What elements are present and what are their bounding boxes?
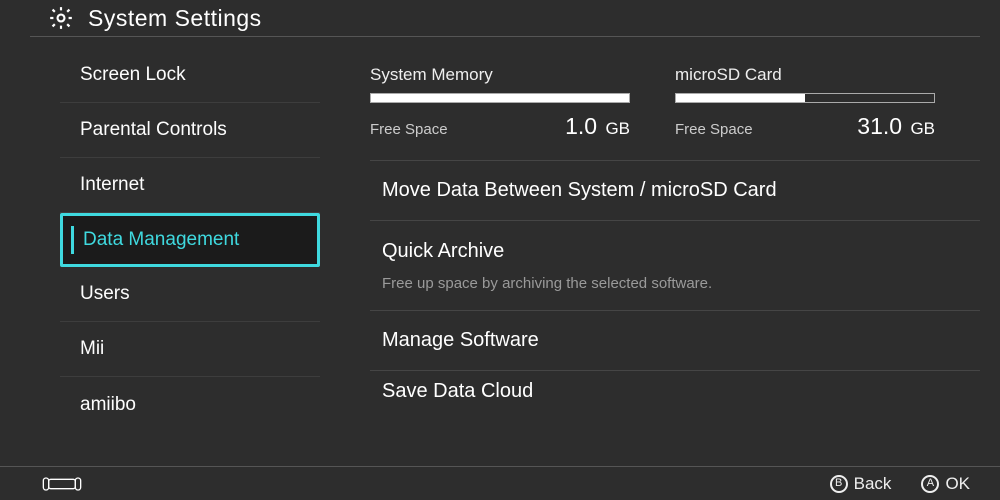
storage-sd-label: microSD Card [675,65,940,85]
sidebar-item-internet[interactable]: Internet [60,158,320,213]
storage-system-bar [370,93,630,103]
footer: B Back A OK [0,466,1000,500]
b-button-icon: B [830,475,848,493]
storage-system-free-label: Free Space [370,121,448,138]
menu-item-title: Quick Archive [382,240,980,263]
sidebar-item-label: Data Management [83,229,239,251]
sidebar-item-label: Mii [80,338,104,360]
footer-actions: B Back A OK [830,474,970,494]
sidebar-item-users[interactable]: Users [60,267,320,322]
back-button[interactable]: B Back [830,474,892,494]
menu-quick-archive[interactable]: Quick Archive Free up space by archiving… [370,221,980,311]
sidebar-item-label: Parental Controls [80,119,227,141]
sidebar-item-label: amiibo [80,394,136,416]
main-panel: System Memory Free Space 1.0 GB microSD … [370,55,980,460]
ok-button[interactable]: A OK [921,474,970,494]
menu-item-subtitle: Free up space by archiving the selected … [382,275,980,292]
menu-manage-software[interactable]: Manage Software [370,311,980,371]
sidebar-item-label: Users [80,283,130,305]
storage-sd-free-value: 31.0 GB [857,113,935,140]
menu-move-data[interactable]: Move Data Between System / microSD Card [370,161,980,221]
storage-sd: microSD Card Free Space 31.0 GB [675,65,940,140]
header-divider [30,36,980,37]
menu-item-title: Move Data Between System / microSD Card [382,179,980,202]
sidebar-item-amiibo[interactable]: amiibo [60,377,320,432]
sidebar-item-data-management[interactable]: Data Management [60,213,320,267]
page-title: System Settings [88,5,262,32]
sidebar-item-label: Screen Lock [80,64,186,86]
sidebar-item-mii[interactable]: Mii [60,322,320,377]
menu-item-title: Manage Software [382,329,980,352]
ok-label: OK [945,474,970,494]
storage-system-free-value: 1.0 GB [565,113,630,140]
menu-save-data-cloud[interactable]: Save Data Cloud [370,371,980,411]
controller-icon [42,475,82,493]
storage-sd-free-label: Free Space [675,121,753,138]
sidebar-item-screen-lock[interactable]: Screen Lock [60,48,320,103]
storage-row: System Memory Free Space 1.0 GB microSD … [370,55,980,161]
back-label: Back [854,474,892,494]
storage-system: System Memory Free Space 1.0 GB [370,65,635,140]
sidebar: Screen Lock Parental Controls Internet D… [60,48,320,432]
menu-item-title: Save Data Cloud [382,380,980,403]
a-button-icon: A [921,475,939,493]
sidebar-item-label: Internet [80,174,144,196]
storage-system-label: System Memory [370,65,635,85]
header: System Settings [0,0,1000,36]
gear-icon [48,5,74,31]
storage-sd-bar [675,93,935,103]
sidebar-item-parental-controls[interactable]: Parental Controls [60,103,320,158]
